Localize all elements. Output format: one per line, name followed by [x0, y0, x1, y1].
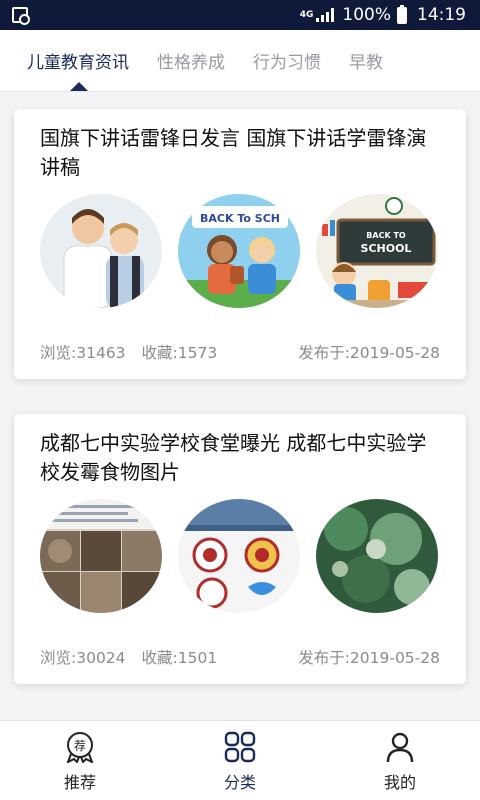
view-count: 浏览:31463 — [40, 344, 126, 362]
school-logos-image — [178, 499, 300, 613]
bottom-navigation: 荐 推荐 分类 我的 — [0, 720, 480, 800]
network-type: 4G — [299, 9, 314, 20]
svg-text:SCHOOL: SCHOOL — [361, 242, 412, 255]
article-card[interactable]: 国旗下讲话雷锋日发言 国旗下讲话学雷锋演讲稿 BACK To SCH BACK … — [14, 109, 466, 379]
nav-recommend[interactable]: 荐 推荐 — [35, 731, 125, 793]
nav-label: 分类 — [223, 773, 256, 792]
article-card[interactable]: 成都七中实验学校食堂曝光 成都七中实验学校发霉食物图片 浏览:30024 收藏:… — [14, 414, 466, 684]
article-thumbnail-image[interactable] — [316, 499, 438, 613]
article-thumbnail-image[interactable] — [40, 194, 162, 308]
article-thumbnails: BACK To SCH BACK TO SCHOOL — [40, 194, 440, 308]
svg-text:BACK TO: BACK TO — [366, 231, 406, 240]
grid-category-icon — [224, 731, 256, 763]
article-thumbnail-image[interactable]: BACK TO SCHOOL — [316, 194, 438, 308]
view-count: 浏览:30024 — [40, 649, 126, 667]
article-meta: 浏览:30024 收藏:1501 发布于:2019-05-28 — [40, 646, 440, 668]
tab-behavior-habits[interactable]: 行为习惯 — [253, 48, 321, 73]
article-thumbnails — [40, 499, 440, 613]
article-thumbnail-image[interactable] — [40, 499, 162, 613]
boys-photo-image — [40, 194, 162, 308]
nav-label: 我的 — [383, 773, 416, 792]
svg-text:荐: 荐 — [74, 739, 86, 753]
publish-date: 发布于:2019-05-28 — [298, 649, 440, 667]
signal-strength-icon — [316, 8, 335, 22]
tab-children-education-news[interactable]: 儿童教育资讯 — [27, 48, 129, 73]
chalkboard-school-image: BACK TO SCHOOL — [316, 194, 438, 308]
favorite-count: 收藏:1501 — [141, 649, 218, 667]
battery-percentage: 100% — [342, 5, 391, 25]
article-title[interactable]: 国旗下讲话雷锋日发言 国旗下讲话学雷锋演讲稿 — [40, 124, 440, 182]
moldy-food-closeup-image — [316, 499, 438, 613]
svg-text:BACK To SCH: BACK To SCH — [200, 212, 280, 225]
active-tab-indicator — [70, 82, 88, 91]
moldy-food-collage-image — [40, 499, 162, 613]
clock: 14:19 — [417, 5, 466, 25]
back-to-school-cartoon-image: BACK To SCH — [178, 194, 300, 308]
nav-category[interactable]: 分类 — [195, 731, 285, 793]
article-title[interactable]: 成都七中实验学校食堂曝光 成都七中实验学校发霉食物图片 — [40, 429, 440, 487]
tab-character-building[interactable]: 性格养成 — [157, 48, 225, 73]
article-thumbnail-image[interactable]: BACK To SCH — [178, 194, 300, 308]
nav-label: 推荐 — [63, 773, 96, 792]
nav-profile[interactable]: 我的 — [355, 731, 445, 793]
article-thumbnail-image[interactable] — [178, 499, 300, 613]
tab-early-education[interactable]: 早教 — [349, 48, 383, 73]
user-profile-icon — [386, 732, 414, 763]
recommend-badge-icon: 荐 — [66, 732, 94, 763]
publish-date: 发布于:2019-05-28 — [298, 344, 440, 362]
article-meta: 浏览:31463 收藏:1573 发布于:2019-05-28 — [40, 341, 440, 363]
battery-icon — [397, 4, 407, 24]
status-bar: 4G 100% 14:19 — [0, 0, 480, 30]
favorite-count: 收藏:1573 — [141, 344, 218, 362]
screenshot-notification-icon — [12, 7, 30, 25]
